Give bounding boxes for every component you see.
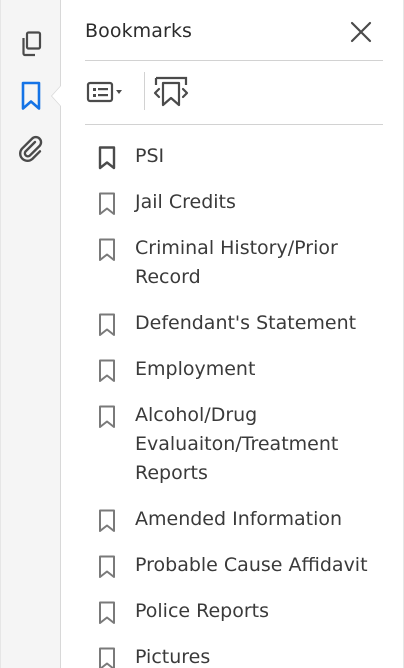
page-thumbnails-button[interactable] — [15, 28, 47, 60]
bookmark-icon — [99, 359, 115, 382]
expand-bookmark-icon — [153, 76, 189, 107]
bookmark-item[interactable]: Probable Cause Affidavit — [97, 551, 397, 580]
bookmark-icon — [99, 601, 115, 624]
pages-icon — [22, 31, 42, 57]
options-menu-button[interactable] — [85, 74, 131, 110]
bookmark-label: Police Reports — [135, 600, 270, 622]
bookmark-item[interactable]: Alcohol/Drug Evaluaiton/Treatment Report… — [97, 401, 397, 488]
bookmark-item[interactable]: Jail Credits — [97, 188, 397, 217]
bookmark-item[interactable]: Pictures — [97, 643, 397, 668]
bookmark-icon — [99, 555, 115, 578]
header-divider — [85, 60, 383, 61]
close-button[interactable] — [345, 16, 377, 48]
bookmark-icon — [99, 313, 115, 336]
bookmark-icon — [99, 238, 115, 261]
bookmark-icon — [99, 647, 115, 668]
expand-bookmark-button[interactable] — [151, 74, 191, 110]
toolbar-separator — [144, 72, 145, 110]
bookmarks-button[interactable] — [15, 80, 47, 112]
bookmark-label: Pictures — [135, 646, 211, 668]
bookmark-icon — [21, 81, 41, 110]
bookmark-item[interactable]: Criminal History/Prior Record — [97, 234, 397, 292]
bookmark-label: Defendant's Statement — [135, 312, 357, 334]
bookmarks-pane: Bookmarks PSI Jail Credits Criminal Hist… — [0, 0, 404, 668]
bookmark-item[interactable]: Police Reports — [97, 597, 397, 626]
bookmark-item[interactable]: Amended Information — [97, 505, 397, 534]
bookmark-label: Amended Information — [135, 508, 343, 530]
bookmark-icon — [99, 192, 115, 215]
chevron-down-icon — [116, 90, 122, 94]
bookmark-list: PSI Jail Credits Criminal History/Prior … — [97, 142, 397, 668]
bookmark-icon — [99, 509, 115, 532]
bookmark-icon — [98, 146, 116, 170]
panel-title: Bookmarks — [85, 20, 193, 42]
toolbar-divider — [85, 124, 383, 125]
bookmarks-panel: Bookmarks PSI Jail Credits Criminal Hist… — [61, 0, 403, 668]
bookmark-label: Probable Cause Affidavit — [135, 554, 368, 576]
bookmark-label: Employment — [135, 358, 256, 380]
bookmark-item[interactable]: PSI — [97, 142, 397, 171]
bookmark-item[interactable]: Employment — [97, 355, 397, 384]
attachments-button[interactable] — [15, 133, 47, 165]
bookmark-icon — [99, 405, 115, 428]
paperclip-icon — [19, 135, 43, 162]
close-icon — [350, 21, 372, 43]
bookmark-label: Jail Credits — [135, 191, 236, 213]
bookmark-label: Criminal History/Prior Record — [135, 237, 338, 288]
bookmark-label: PSI — [135, 145, 165, 167]
bookmark-item[interactable]: Defendant's Statement — [97, 309, 397, 338]
bookmark-label: Alcohol/Drug Evaluaiton/Treatment Report… — [135, 404, 339, 484]
list-options-icon — [86, 81, 122, 103]
